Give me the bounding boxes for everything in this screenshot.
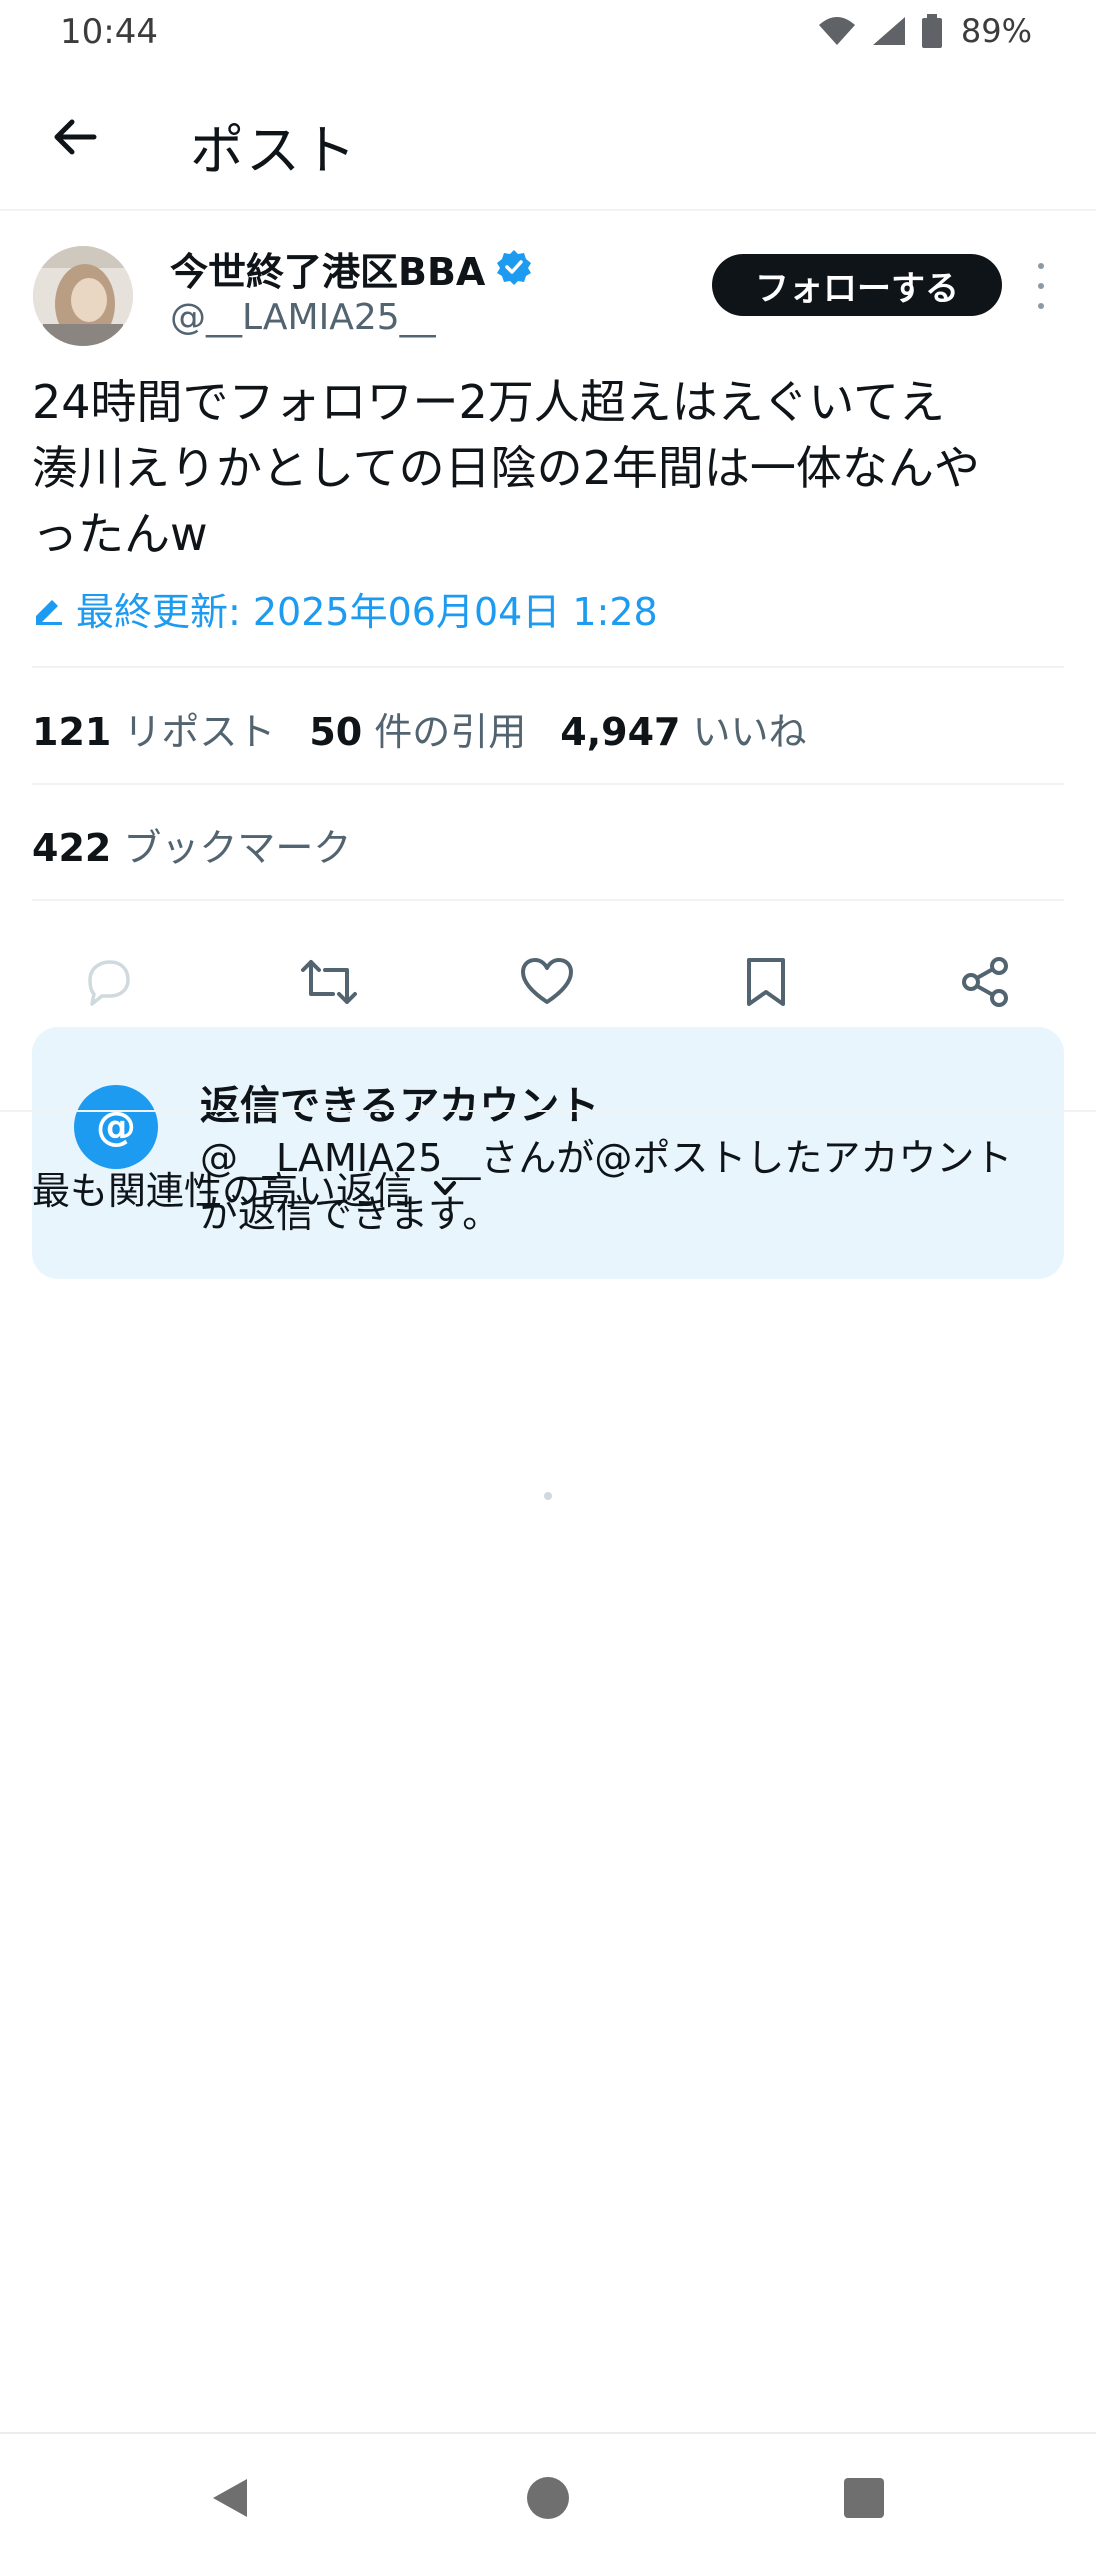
divider [32, 899, 1064, 901]
loading-indicator [544, 1492, 552, 1500]
verified-badge-icon [495, 248, 533, 290]
reply-sort-label: 最も関連性の高い返信 [32, 1169, 413, 1213]
divider [32, 666, 1064, 668]
post-text-line: ったんw [32, 507, 208, 561]
circle-home-icon [527, 2477, 569, 2519]
status-icons: 89% [817, 12, 1032, 50]
likes-label: いいね [692, 710, 807, 754]
quotes-stat[interactable]: 50 件の引用 [309, 701, 526, 756]
nav-home-button[interactable] [514, 2464, 582, 2532]
status-bar: 10:44 89% [0, 0, 1096, 66]
arrow-left-icon [54, 119, 97, 155]
app-bar: ポスト [0, 66, 1096, 211]
heart-icon [521, 958, 573, 1004]
square-recents-icon [844, 2478, 884, 2518]
share-button[interactable] [950, 947, 1020, 1017]
bookmark-button[interactable] [731, 947, 801, 1017]
nav-recents-button[interactable] [830, 2464, 898, 2532]
nav-back-button[interactable] [196, 2464, 264, 2532]
bookmarks-stat[interactable]: 422 ブックマーク [32, 817, 351, 872]
quotes-count: 50 [309, 710, 363, 754]
bookmark-icon [747, 958, 785, 1006]
likes-count: 4,947 [560, 710, 681, 754]
reposts-count: 121 [32, 710, 112, 754]
follow-button[interactable]: フォローする [712, 254, 1002, 316]
post-text: 24時間でフォロワー2万人超えはえぐいてえ 湊川えりかとしての日陰の2年間は一体… [32, 369, 1072, 567]
triangle-back-icon [213, 2479, 247, 2517]
share-icon [962, 957, 1008, 1007]
reposts-label: リポスト [123, 710, 276, 754]
repost-button[interactable] [294, 947, 364, 1017]
post-text-line: 湊川えりかとしての日陰の2年間は一体なんや [32, 441, 980, 495]
repost-icon [301, 960, 357, 1004]
reply-sort-dropdown[interactable]: 最も関連性の高い返信 [32, 1160, 460, 1215]
more-options-button[interactable] [1026, 263, 1056, 309]
page-title: ポスト [190, 119, 358, 182]
author-name-row: 今世終了港区BBA [170, 241, 533, 296]
post-text-line: 24時間でフォロワー2万人超えはえぐいてえ [32, 375, 946, 429]
engagement-stats: 121 リポスト 50 件の引用 4,947 いいね [32, 701, 840, 756]
like-button[interactable] [512, 947, 582, 1017]
action-bar [0, 931, 1096, 1031]
reply-restriction-card: @ 返信できるアカウント @__LAMIA25__さんが@ポストしたアカウントが… [32, 1027, 1064, 1279]
reply-button[interactable] [73, 947, 143, 1017]
reply-restriction-title: 返信できるアカウント [200, 1083, 600, 1129]
status-time: 10:44 [60, 12, 158, 52]
reposts-stat[interactable]: 121 リポスト [32, 701, 275, 756]
edited-label: 最終更新: 2025年06月04日 1:28 [76, 590, 658, 634]
avatar[interactable] [33, 246, 133, 346]
signal-icon [869, 15, 909, 47]
reply-icon [88, 960, 130, 1006]
quotes-label: 件の引用 [374, 710, 527, 754]
divider [32, 783, 1064, 785]
likes-stat[interactable]: 4,947 いいね [560, 701, 806, 756]
divider [0, 1110, 1096, 1112]
system-nav-bar [0, 2432, 1096, 2562]
bookmarks-label: ブックマーク [123, 826, 352, 870]
chevron-down-icon [434, 1180, 457, 1195]
battery-percent: 89% [960, 12, 1032, 50]
author-name[interactable]: 今世終了港区BBA [170, 241, 485, 296]
more-dots-icon [1038, 263, 1044, 269]
pencil-icon [36, 599, 62, 625]
wifi-icon [817, 15, 857, 47]
edited-indicator[interactable]: 最終更新: 2025年06月04日 1:28 [32, 581, 658, 636]
back-button[interactable] [40, 102, 110, 172]
author-handle[interactable]: @__LAMIA25__ [170, 297, 436, 338]
at-sign-icon: @ [74, 1085, 158, 1169]
battery-icon [921, 14, 943, 48]
bookmark-stats: 422 ブックマーク [32, 817, 385, 872]
bookmarks-count: 422 [32, 826, 112, 870]
